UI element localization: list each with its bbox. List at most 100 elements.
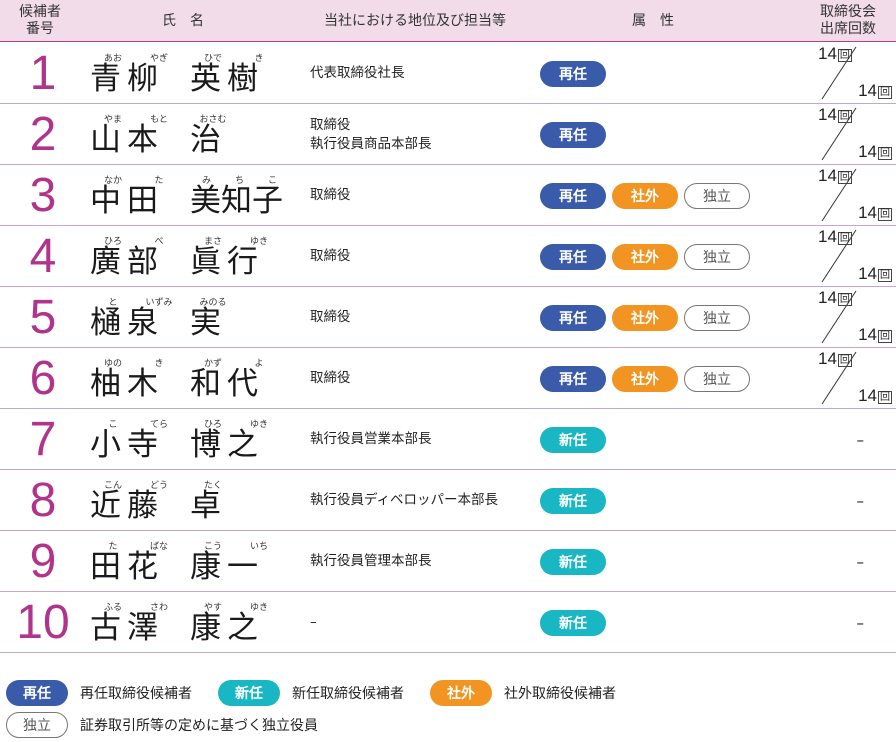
header-attendance: 取締役会 出席回数 bbox=[800, 0, 896, 42]
attendance-total: 14 回 bbox=[858, 203, 892, 223]
position-line: 代表取締役社長 bbox=[310, 65, 405, 81]
candidate-number: 9 bbox=[29, 534, 57, 588]
table-row: 2 やま もと 山本 おさむ治取締役 執行役員商品本部長 再任 14 回 14 回 bbox=[0, 104, 896, 165]
reappoint-badge: 再任 bbox=[540, 182, 606, 209]
legend-row-1: 再任 再任取締役候補者 新任 新任取締役候補者 社外 社外取締役候補者 bbox=[6, 680, 642, 706]
outside-badge: 社外 bbox=[612, 243, 678, 270]
reappoint-badge: 再任 bbox=[540, 121, 606, 148]
surname-kanji: 樋泉 bbox=[90, 305, 164, 341]
candidate-position: 取締役 bbox=[310, 165, 535, 226]
attribute-badges: 再任 社外 独立 bbox=[540, 348, 750, 409]
candidate-number: 4 bbox=[29, 229, 57, 283]
candidate-number: 10 bbox=[16, 595, 70, 649]
total-count: 14 bbox=[858, 203, 877, 222]
candidate-surname: なかた中田 bbox=[90, 165, 182, 226]
given-kanji: 博之 bbox=[190, 427, 264, 463]
candidate-given-name: たく卓 bbox=[190, 470, 290, 531]
candidate-surname: ひろべ廣部 bbox=[90, 226, 182, 287]
candidate-given-name: ひでき英樹 bbox=[190, 43, 290, 104]
position-line: 執行役員営業本部長 bbox=[310, 431, 432, 447]
attended-count: 14 bbox=[818, 166, 837, 185]
attendance-attended: 14 回 bbox=[818, 105, 852, 125]
given-kanji: 眞行 bbox=[190, 244, 264, 280]
candidate-given-name: みちこ美知子 bbox=[190, 165, 290, 226]
attendance-dash: – bbox=[856, 552, 865, 571]
total-count: 14 bbox=[858, 142, 877, 161]
surname-kanji: 青柳 bbox=[90, 61, 164, 97]
independent-badge: 独立 bbox=[684, 243, 750, 270]
attendance-cell: – bbox=[800, 409, 896, 470]
header-attendance-line2: 出席回数 bbox=[820, 21, 876, 37]
attendance-total: 14 回 bbox=[858, 142, 892, 162]
table-row: 5 といずみ 樋泉 みのる実取締役 再任 社外 独立 14 回 14 回 bbox=[0, 287, 896, 348]
candidate-number: 2 bbox=[29, 107, 57, 161]
position-line: – bbox=[310, 614, 317, 630]
given-kanji: 英樹 bbox=[190, 61, 264, 97]
attribute-badges: 新任 bbox=[540, 409, 606, 470]
candidate-position: 取締役 bbox=[310, 287, 535, 348]
candidate-surname: こてら 小寺 bbox=[90, 409, 182, 470]
attendance-dash: – bbox=[856, 430, 865, 449]
attendance-cell: 14 回 14 回 bbox=[800, 104, 896, 165]
attribute-badges: 新任 bbox=[540, 470, 606, 531]
position-line: 執行役員商品本部長 bbox=[310, 135, 432, 152]
attended-count: 14 bbox=[818, 349, 837, 368]
attended-unit: 回 bbox=[837, 354, 852, 367]
candidate-number: 6 bbox=[29, 351, 57, 405]
candidate-given-name: おさむ治 bbox=[190, 104, 290, 165]
candidate-number: 8 bbox=[29, 473, 57, 527]
position-line: 執行役員管理本部長 bbox=[310, 553, 432, 569]
attended-unit: 回 bbox=[837, 232, 852, 245]
attended-count: 14 bbox=[818, 44, 837, 63]
position-line: 取締役 bbox=[310, 187, 351, 203]
candidate-position: 取締役 執行役員商品本部長 bbox=[310, 104, 535, 165]
attended-count: 14 bbox=[818, 288, 837, 307]
candidate-position: 執行役員営業本部長 bbox=[310, 409, 535, 470]
candidate-surname: あお やぎ 青柳 bbox=[90, 43, 182, 104]
legend-new-text: 新任取締役候補者 bbox=[292, 686, 404, 702]
legend-outside-text: 社外取締役候補者 bbox=[504, 686, 616, 702]
table-row: 9 たばな 田花 こう いち 康一 執行役員管理本部長 新任 – bbox=[0, 531, 896, 592]
surname-kanji: 廣部 bbox=[90, 244, 164, 280]
legend-independent-text: 証券取引所等の定めに基づく独立役員 bbox=[80, 718, 318, 734]
given-kanji: 和代 bbox=[190, 366, 264, 402]
legend-new-badge: 新任 bbox=[218, 680, 280, 706]
candidate-position: 執行役員ディベロッパー本部長 bbox=[310, 470, 535, 531]
attendance-attended: 14 回 bbox=[818, 166, 852, 186]
position-line: 取締役 bbox=[310, 248, 351, 264]
attendance-attended: 14 回 bbox=[818, 44, 852, 64]
table-row: 1 あお やぎ 青柳 ひでき英樹 代表取締役社長 再任 14 回 14 回 bbox=[0, 43, 896, 104]
attendance-attended: 14 回 bbox=[818, 288, 852, 308]
candidate-number: 5 bbox=[29, 290, 57, 344]
header-name: 氏名 bbox=[162, 12, 218, 29]
attribute-badges: 再任 社外 独立 bbox=[540, 226, 750, 287]
reappoint-badge: 再任 bbox=[540, 243, 606, 270]
candidate-number: 7 bbox=[29, 412, 57, 466]
table-row: 3 なかた中田みちこ美知子 取締役 再任 社外 独立 14 回 14 回 bbox=[0, 165, 896, 226]
table-row: 6 ゆのき柚木 かずよ和代 取締役 再任 社外 独立 14 回 14 回 bbox=[0, 348, 896, 409]
attendance-total: 14 回 bbox=[858, 386, 892, 406]
independent-badge: 独立 bbox=[684, 182, 750, 209]
attribute-badges: 再任 bbox=[540, 104, 606, 165]
surname-kanji: 柚木 bbox=[90, 366, 164, 402]
candidate-position: 取締役 bbox=[310, 226, 535, 287]
attended-unit: 回 bbox=[837, 293, 852, 306]
candidate-number: 3 bbox=[29, 168, 57, 222]
legend: 再任 再任取締役候補者 新任 新任取締役候補者 社外 社外取締役候補者 独立 証… bbox=[0, 678, 896, 742]
header-attendance-line1: 取締役会 bbox=[820, 4, 876, 20]
attended-unit: 回 bbox=[837, 171, 852, 184]
independent-badge: 独立 bbox=[684, 304, 750, 331]
attendance-total: 14 回 bbox=[858, 325, 892, 345]
attended-unit: 回 bbox=[837, 49, 852, 62]
table-row: 8 こん どう 近藤 たく卓 執行役員ディベロッパー本部長 新任 – bbox=[0, 470, 896, 531]
total-count: 14 bbox=[858, 264, 877, 283]
independent-badge: 独立 bbox=[684, 365, 750, 392]
legend-outside-badge: 社外 bbox=[430, 680, 492, 706]
candidate-surname: ゆのき柚木 bbox=[90, 348, 182, 409]
candidate-surname: といずみ 樋泉 bbox=[90, 287, 182, 348]
header-candidate-number: 候補者 番号 bbox=[0, 0, 80, 42]
total-count: 14 bbox=[858, 325, 877, 344]
legend-reappoint-text: 再任取締役候補者 bbox=[80, 686, 192, 702]
attendance-dash: – bbox=[856, 491, 865, 510]
candidate-given-name: みのる実 bbox=[190, 287, 290, 348]
